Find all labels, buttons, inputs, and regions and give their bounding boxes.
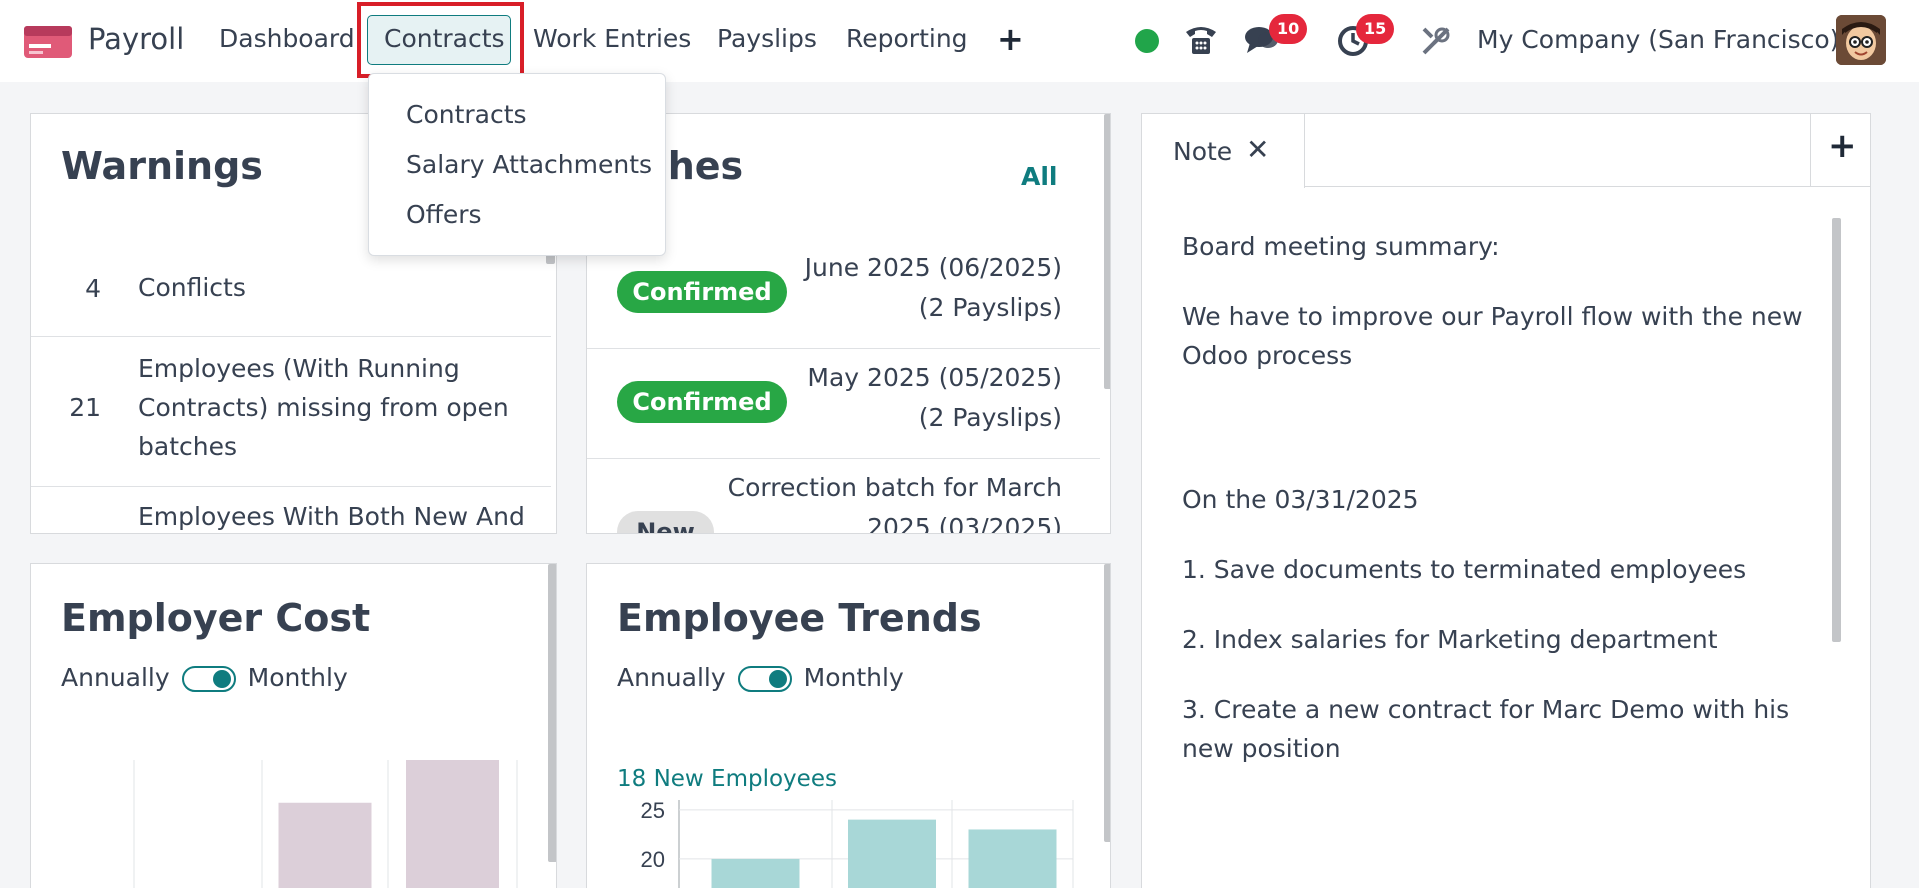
employer-cost-title: Employer Cost [61,596,371,640]
chart-bar [848,819,936,888]
batch-payslip-count: (2 Payslips) [918,403,1062,432]
warning-label: Employees With Both New And Running Cont… [138,502,525,531]
top-navbar: Payroll Dashboard Contracts Work Entries… [0,0,1919,82]
messages-badge: 10 [1269,14,1308,44]
chart-bar [711,858,800,888]
warnings-title: Warnings [61,144,263,188]
dropdown-item-contracts[interactable]: Contracts [406,100,527,129]
warning-count: 1 [57,529,101,533]
batch-row[interactable]: Confirmed June 2025 (06/2025) (2 Payslip… [587,239,1100,349]
plus-icon: + [1828,126,1857,166]
batch-payslip-count: 2025 (03/2025) [867,513,1062,534]
close-icon[interactable]: ✕ [1246,133,1269,166]
toggle-label-annually: Annually [61,663,170,692]
note-paragraph[interactable]: Board meeting summary: [1182,227,1842,266]
tab-note[interactable]: Note ✕ [1142,114,1305,188]
highlight-annotation [357,2,524,78]
batches-scrollbar[interactable] [1104,114,1110,389]
online-status-dot [1135,29,1159,53]
employee-trends-chart: 25 20 [641,798,1074,888]
period-toggle-switch[interactable] [737,666,792,692]
chart-bar [278,802,372,888]
note-paragraph[interactable]: 3. Create a new contract for Marc Demo w… [1182,690,1822,768]
menu-work-entries[interactable]: Work Entries [533,24,691,53]
activities-badge: 15 [1356,14,1395,44]
batch-name: June 2025 (06/2025) [804,253,1062,282]
new-employees-link[interactable]: 18 New Employees [617,766,837,792]
menu-reporting[interactable]: Reporting [846,24,968,53]
warning-count: 21 [69,393,101,422]
app-name[interactable]: Payroll [88,22,184,56]
employee-trends-card: Employee Trends Annually Monthly 18 New E… [586,563,1111,888]
batch-name: May 2025 (05/2025) [807,363,1062,392]
status-badge: Confirmed [617,271,787,313]
y-tick-label: 25 [641,798,665,823]
company-switcher[interactable]: My Company (San Francisco) [1477,25,1839,54]
status-badge: New [617,511,714,533]
period-toggle-switch[interactable] [181,666,236,692]
note-paragraph[interactable]: We have to improve our Payroll flow with… [1182,297,1842,375]
status-badge: Confirmed [617,381,787,423]
note-tab-bar: Note ✕ + [1142,114,1870,188]
note-card: Note ✕ + Board meeting summary: We have … [1141,113,1871,888]
toggle-knob [212,670,231,688]
add-tab-button[interactable]: + [1810,114,1870,187]
employee-trends-period-toggle: Annually Monthly [617,663,904,692]
warning-label: Employees (With Running Contracts) missi… [138,354,509,461]
plus-icon[interactable]: + [997,20,1024,58]
note-paragraph[interactable]: On the 03/31/2025 [1182,480,1842,519]
warning-label: Conflicts [138,273,246,302]
employer-cost-card: Employer Cost Annually Monthly [30,563,557,888]
warning-row-conflicts[interactable]: 4 Conflicts [31,244,551,337]
tools-icon[interactable] [1420,25,1452,61]
toggle-label-monthly: Monthly [247,663,348,692]
payroll-app-icon[interactable] [24,24,72,58]
note-tab-label: Note [1173,137,1233,166]
warning-row-missing-employees[interactable]: 21 Employees (With Running Contracts) mi… [31,337,551,487]
toggle-knob [768,670,787,688]
chart-bar [968,829,1057,888]
user-avatar[interactable] [1836,15,1886,65]
warning-count: 4 [85,274,101,303]
menu-payslips[interactable]: Payslips [717,24,817,53]
chart-bar [406,760,499,888]
batch-row[interactable]: New Correction batch for March 2025 (03/… [587,459,1100,534]
batch-name: Correction batch for March [727,473,1062,502]
batches-all-link[interactable]: All [1021,162,1058,191]
batch-row[interactable]: Confirmed May 2025 (05/2025) (2 Payslips… [587,349,1100,459]
note-paragraph[interactable]: 1. Save documents to terminated employee… [1182,550,1842,589]
dropdown-item-salary-attachments[interactable]: Salary Attachments [406,150,652,179]
toggle-label-annually: Annually [617,663,726,692]
dropdown-item-offers[interactable]: Offers [406,200,482,229]
note-paragraph[interactable]: 2. Index salaries for Marketing departme… [1182,620,1842,659]
employee-trends-title: Employee Trends [617,596,982,640]
toggle-label-monthly: Monthly [803,663,904,692]
employer-cost-chart [133,760,518,888]
employer-cost-period-toggle: Annually Monthly [61,663,348,692]
y-tick-label: 20 [641,847,665,872]
warning-row-new-and-running[interactable]: 1 Employees With Both New And Running Co… [31,487,551,533]
contracts-dropdown-menu: Contracts Salary Attachments Offers [368,73,666,256]
batch-payslip-count: (2 Payslips) [918,293,1062,322]
menu-dashboard[interactable]: Dashboard [219,24,355,53]
phone-icon[interactable] [1183,22,1219,62]
